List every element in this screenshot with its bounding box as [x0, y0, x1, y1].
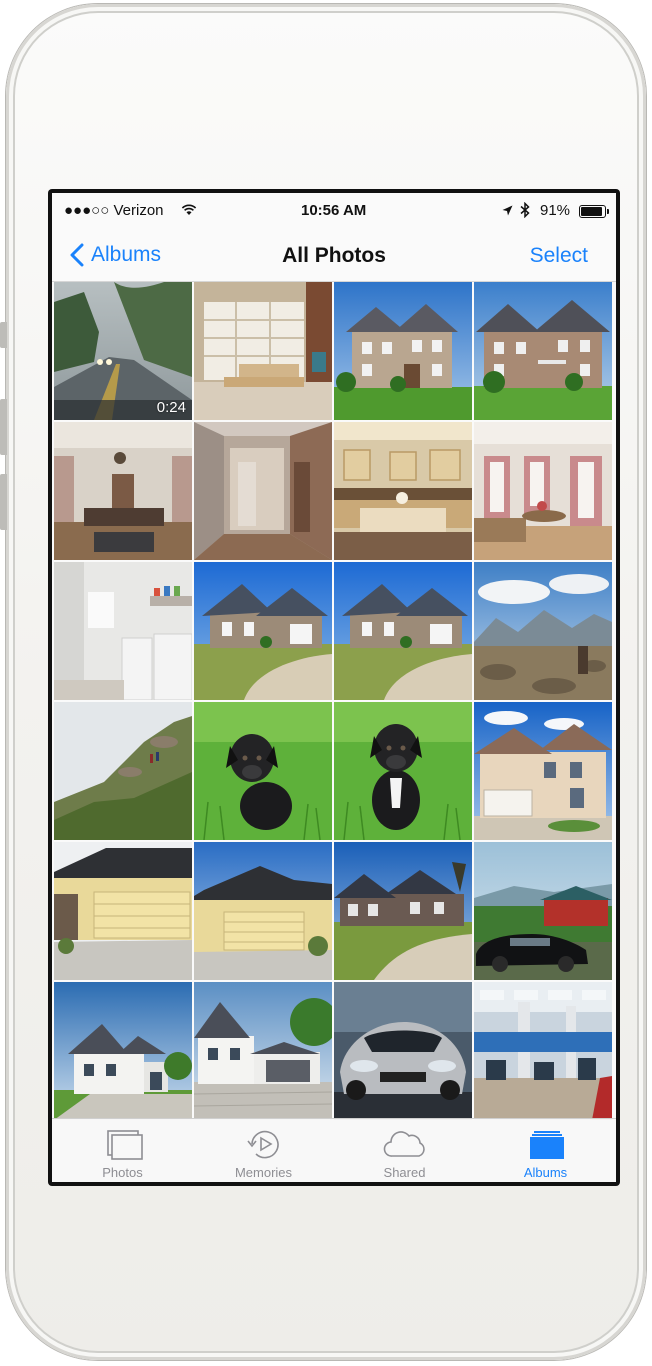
battery-icon: [579, 205, 609, 218]
tab-photos-label: Photos: [102, 1165, 143, 1180]
wifi-icon: [181, 204, 197, 215]
photo-thumbnail[interactable]: [334, 982, 472, 1120]
battery-percent: 91%: [540, 202, 571, 219]
photo-thumbnail[interactable]: [54, 982, 192, 1120]
volume-down-button: [0, 474, 7, 530]
carrier-signal: ●●●○○ Verizon: [64, 202, 164, 219]
tab-shared-label: Shared: [383, 1165, 426, 1180]
photo-thumbnail[interactable]: [194, 422, 332, 560]
photo-thumbnail[interactable]: [334, 702, 472, 840]
phone-frame: ●●●○○ Verizon 10:56 AM 91% Albums All Ph…: [0, 4, 646, 1360]
photo-grid: 0:24: [54, 282, 614, 1120]
photo-thumbnail[interactable]: [194, 702, 332, 840]
photo-thumbnail[interactable]: [54, 702, 192, 840]
photo-thumbnail[interactable]: [334, 422, 472, 560]
photo-thumbnail[interactable]: [474, 562, 612, 700]
photo-thumbnail[interactable]: [334, 282, 472, 420]
photo-thumbnail[interactable]: [474, 702, 612, 840]
photo-thumbnail[interactable]: [194, 842, 332, 980]
tab-shared[interactable]: Shared: [334, 1119, 475, 1182]
tab-albums[interactable]: Albums: [475, 1119, 616, 1182]
photo-thumbnail[interactable]: [474, 842, 612, 980]
screen-bezel: ●●●○○ Verizon 10:56 AM 91% Albums All Ph…: [48, 189, 620, 1186]
location-icon: [502, 205, 513, 216]
cloud-icon: [383, 1131, 425, 1157]
tab-albums-label: Albums: [523, 1165, 568, 1180]
tab-memories-label: Memories: [234, 1165, 293, 1180]
photo-thumbnail[interactable]: [334, 562, 472, 700]
photos-icon: [106, 1130, 143, 1160]
photo-thumbnail[interactable]: [474, 982, 612, 1120]
photo-thumbnail[interactable]: 0:24: [54, 282, 192, 420]
photo-thumbnail[interactable]: [334, 842, 472, 980]
photo-thumbnail[interactable]: [194, 982, 332, 1120]
silent-switch: [0, 322, 7, 348]
select-button[interactable]: Select: [530, 244, 588, 268]
photo-thumbnail[interactable]: [474, 422, 612, 560]
tab-bar: Photos Memories Shared Albums: [52, 1118, 616, 1182]
photo-thumbnail[interactable]: [54, 562, 192, 700]
tab-memories[interactable]: Memories: [193, 1119, 334, 1182]
tab-photos[interactable]: Photos: [52, 1119, 193, 1182]
memories-icon: [246, 1130, 279, 1159]
volume-up-button: [0, 399, 7, 455]
albums-icon: [529, 1131, 564, 1159]
navigation-bar: Albums All Photos Select: [52, 229, 616, 282]
clock: 10:56 AM: [301, 202, 367, 219]
photos-app: ●●●○○ Verizon 10:56 AM 91% Albums All Ph…: [52, 193, 616, 1182]
photo-thumbnail[interactable]: [474, 282, 612, 420]
photo-thumbnail[interactable]: [54, 422, 192, 560]
photo-thumbnail[interactable]: [54, 842, 192, 980]
status-bar: ●●●○○ Verizon 10:56 AM 91%: [52, 193, 616, 229]
photo-thumbnail[interactable]: [194, 282, 332, 420]
photo-thumbnail[interactable]: [194, 562, 332, 700]
video-duration: 0:24: [156, 399, 186, 416]
bluetooth-icon: [520, 202, 530, 218]
